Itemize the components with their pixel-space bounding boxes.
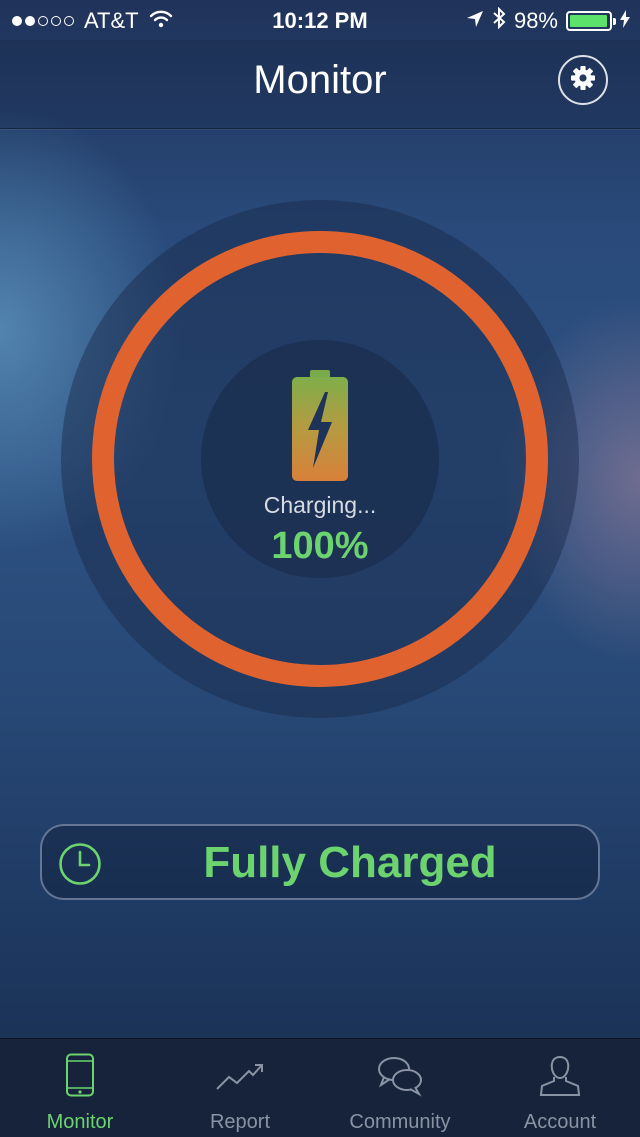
navigation-bar: Monitor <box>0 40 640 129</box>
tab-bar: Monitor Report Community Account <box>0 1038 640 1137</box>
tab-label: Monitor <box>46 1111 114 1133</box>
charge-percent: 100% <box>271 525 369 567</box>
tab-label: Community <box>349 1111 451 1133</box>
tab-label: Account <box>523 1111 597 1133</box>
status-bar: AT&T 10:12 PM 98% <box>0 0 640 40</box>
tab-monitor[interactable]: Monitor <box>0 1039 160 1137</box>
page-title: Monitor <box>253 58 387 102</box>
tab-label: Report <box>209 1111 271 1133</box>
gear-icon <box>570 65 596 96</box>
phone-icon <box>65 1053 95 1102</box>
chat-bubbles-icon <box>376 1053 424 1102</box>
tab-report[interactable]: Report <box>160 1039 320 1137</box>
charge-status-banner: Fully Charged <box>40 824 600 900</box>
charge-status-text: Fully Charged <box>203 838 497 887</box>
battery-bolt-icon <box>290 368 350 487</box>
status-right: 98% <box>466 6 630 35</box>
clock-icon <box>58 842 102 891</box>
charging-bolt-icon <box>620 8 630 34</box>
bluetooth-icon <box>492 6 506 35</box>
location-arrow-icon <box>466 8 484 34</box>
settings-button[interactable] <box>558 55 608 105</box>
charging-status-label: Charging... <box>263 492 377 518</box>
battery-percent: 98% <box>513 8 558 33</box>
tab-account[interactable]: Account <box>480 1039 640 1137</box>
trend-chart-icon <box>215 1053 265 1102</box>
person-icon <box>538 1053 582 1102</box>
tab-community[interactable]: Community <box>320 1039 480 1137</box>
battery-fill <box>570 15 608 27</box>
battery-icon <box>566 11 616 31</box>
